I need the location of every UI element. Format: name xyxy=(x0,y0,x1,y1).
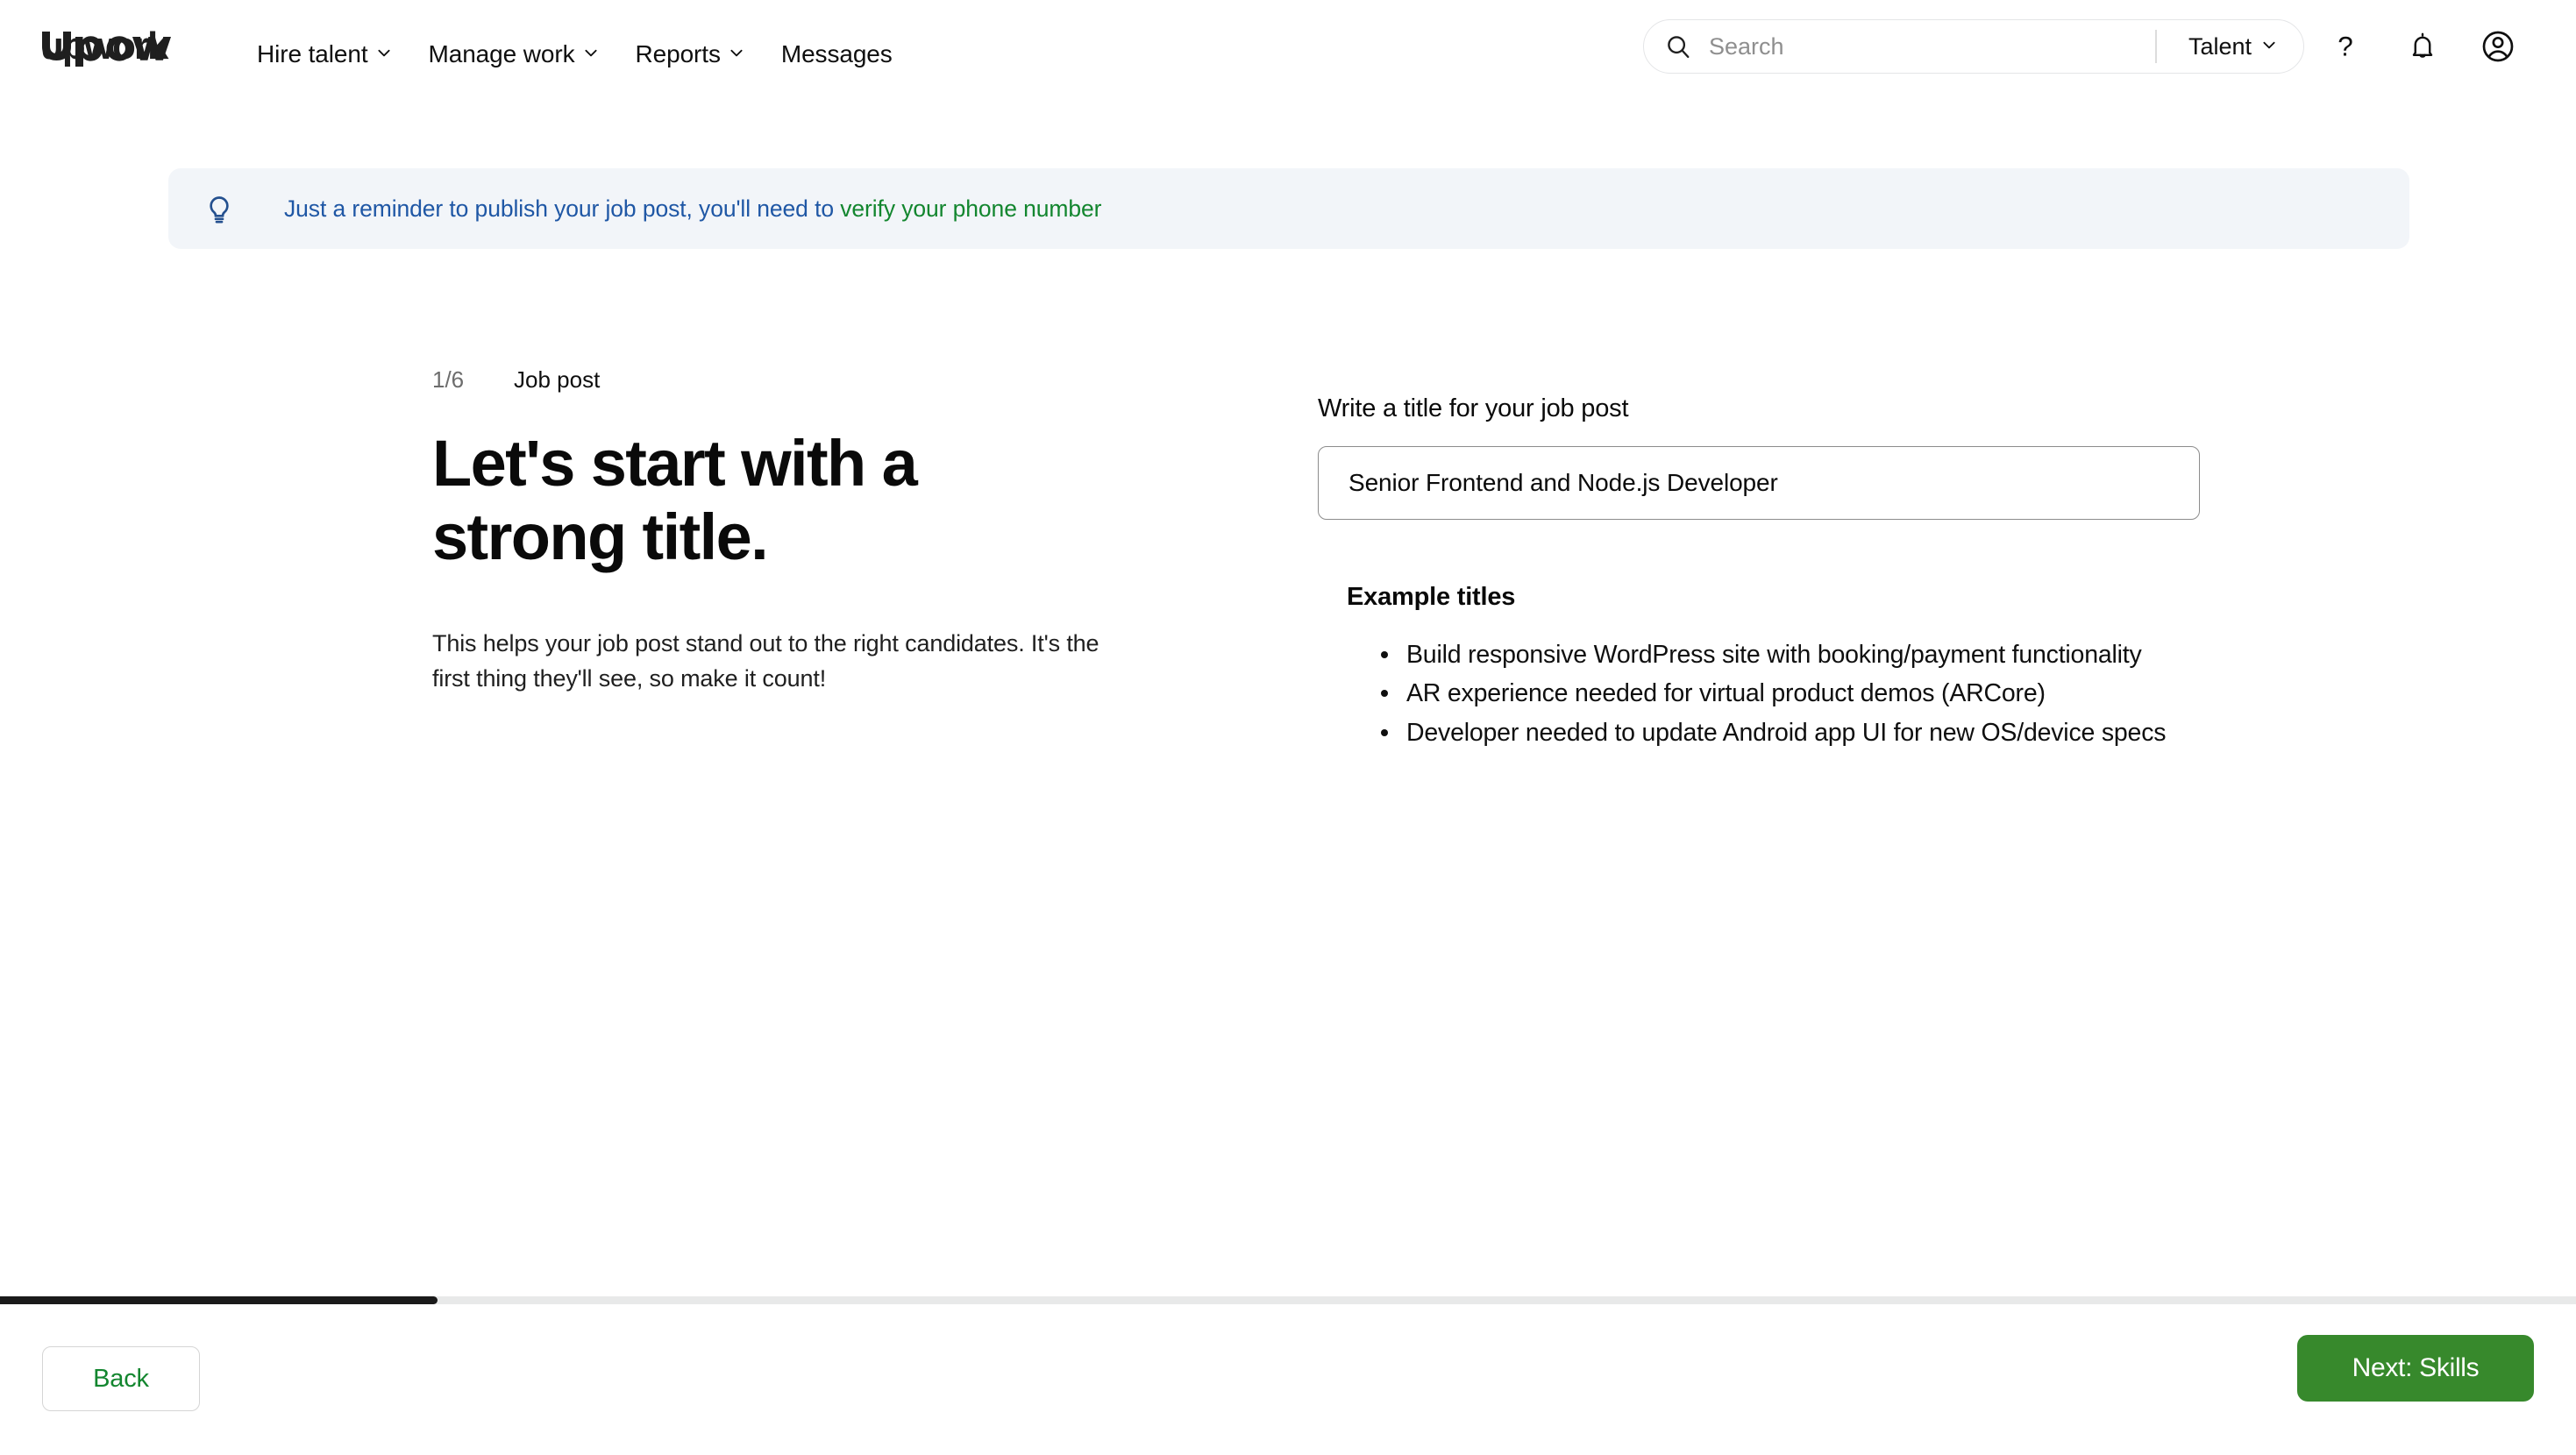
wizard-left-column: 1/6 Job post Let's start with a strong t… xyxy=(432,366,1160,697)
wizard-step-label: Job post xyxy=(514,366,601,393)
list-item: AR experience needed for virtual product… xyxy=(1381,675,2196,712)
example-titles-list: Build responsive WordPress site with boo… xyxy=(1381,636,2196,751)
back-button[interactable]: Back xyxy=(42,1346,200,1411)
wizard-progress-bar xyxy=(0,1296,2576,1304)
wizard-step-number: 1/6 xyxy=(432,366,465,393)
job-post-wizard-content: 1/6 Job post Let's start with a strong t… xyxy=(0,0,2576,1455)
wizard-footer: Back Next: Skills xyxy=(0,1304,2576,1455)
page-title: Let's start with a strong title. xyxy=(432,427,918,573)
wizard-right-column: Write a title for your job post Example … xyxy=(1318,394,2203,753)
list-item: Build responsive WordPress site with boo… xyxy=(1381,636,2196,673)
next-skills-button[interactable]: Next: Skills xyxy=(2297,1335,2534,1402)
wizard-step-row: 1/6 Job post xyxy=(432,366,1160,394)
page-description: This helps your job post stand out to th… xyxy=(432,630,1099,692)
wizard-progress-fill xyxy=(0,1296,438,1304)
example-titles-heading: Example titles xyxy=(1347,583,1516,611)
list-item: Developer needed to update Android app U… xyxy=(1381,714,2196,751)
job-title-input[interactable] xyxy=(1318,446,2200,520)
title-field-label: Write a title for your job post xyxy=(1318,394,1629,422)
